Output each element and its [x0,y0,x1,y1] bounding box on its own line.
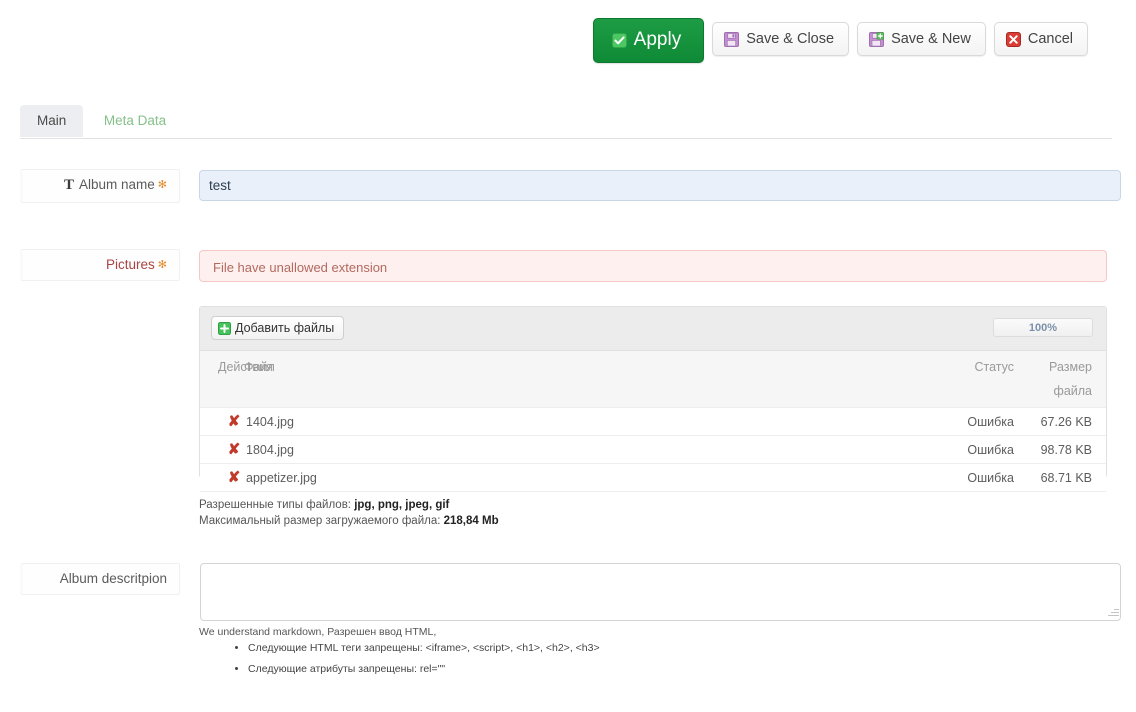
tab-main-label: Main [37,113,67,128]
close-x-icon [1005,31,1021,47]
table-row: ✘ 1804.jpg Ошибка 98.78 KB [200,435,1106,464]
upload-hints: Разрешенные типы файлов: jpg, png, jpeg,… [199,497,499,529]
remove-x-icon[interactable]: ✘ [228,413,241,430]
upload-progress-bar: 100% [993,318,1093,337]
table-header-row: Действия Файл Статус Размер файла [200,351,1106,408]
floppy-disk-icon [724,31,740,47]
save-and-close-label: Save & Close [746,31,835,47]
remove-file-cell[interactable]: ✘ [200,463,246,492]
tab-meta-data[interactable]: Meta Data [87,105,183,137]
allowed-types-hint: Разрешенные типы файлов: jpg, png, jpeg,… [199,497,499,513]
album-description-label: Album descritpion [20,563,180,595]
file-name-cell: 1804.jpg [246,435,936,464]
checkbox-checked-icon [611,32,627,48]
column-header-size-line1: Размер [1049,360,1092,374]
page-root: Apply Save & Close Save & New Cancel Mai… [0,0,1136,712]
text-format-icon: T [63,177,74,193]
add-files-button[interactable]: Добавить файлы [211,316,345,340]
markdown-rules-list: Следующие HTML теги запрещены: <iframe>,… [210,642,600,684]
required-marker: ✻ [157,259,167,271]
table-row: ✘ 1404.jpg Ошибка 67.26 KB [200,407,1106,436]
tab-bar: Main Meta Data [20,105,1112,139]
add-files-label: Добавить файлы [235,321,335,335]
file-size-cell: 68.71 KB [1026,463,1106,492]
uploaded-files-table-body: ✘ 1404.jpg Ошибка 67.26 KB ✘ 1804.jpg Ош… [200,407,1106,492]
max-size-hint: Максимальный размер загружаемого файла: … [199,513,499,529]
max-size-value: 218,84 Mb [443,515,499,527]
required-marker: ✻ [157,179,167,191]
tab-meta-data-label: Meta Data [103,113,167,128]
column-header-size: Размер файла [1026,351,1106,408]
file-name-cell: 1404.jpg [246,407,936,436]
uploaded-files-table: Действия Файл Статус Размер файла ✘ 1404… [200,351,1106,492]
file-size-cell: 98.78 KB [1026,435,1106,464]
file-status-cell: Ошибка [936,407,1026,436]
file-uploader-panel: Добавить файлы 100% Действия Файл Статус… [199,306,1107,492]
column-header-file: Файл [244,360,275,374]
file-size-cell: 67.26 KB [1026,407,1106,436]
cancel-button-label: Cancel [1027,31,1073,47]
album-description-label-text: Album descritpion [59,571,167,586]
uploaded-files-table-head: Действия Файл Статус Размер файла [200,351,1106,408]
floppy-disk-plus-icon [869,31,885,47]
remove-x-icon[interactable]: ✘ [228,469,241,486]
list-item: Следующие атрибуты запрещены: rel="" [248,663,600,675]
action-toolbar: Apply Save & Close Save & New Cancel [592,18,1088,63]
upload-progress-label: 100% [1028,321,1058,334]
remove-file-cell[interactable]: ✘ [200,435,246,464]
allowed-types-value: jpg, png, jpeg, gif [354,499,450,511]
column-header-status: Статус [936,351,1026,408]
file-status-cell: Ошибка [936,463,1026,492]
remove-x-icon[interactable]: ✘ [228,441,241,458]
album-description-wrap [200,563,1121,621]
tab-main[interactable]: Main [20,105,84,137]
save-and-new-label: Save & New [891,31,971,47]
apply-button[interactable]: Apply [592,18,705,63]
cancel-button[interactable]: Cancel [993,22,1088,56]
file-status-cell: Ошибка [936,435,1026,464]
column-header-actions-file: Действия Файл [200,351,936,408]
list-item: Следующие HTML теги запрещены: <iframe>,… [248,642,600,654]
album-name-label: T Album name ✻ [20,169,180,203]
column-header-size-line2: файла [1053,384,1092,398]
allowed-types-prefix: Разрешенные типы файлов: [199,499,355,511]
album-description-textarea[interactable] [200,563,1121,621]
file-name-cell: appetizer.jpg [246,463,936,492]
pictures-label-text: Pictures [106,257,155,272]
pictures-label: Pictures ✻ [20,249,180,281]
markdown-intro-note: We understand markdown, Разрешен ввод HT… [199,626,437,638]
apply-button-label: Apply [633,29,682,50]
save-and-close-button[interactable]: Save & Close [712,22,850,56]
save-and-new-button[interactable]: Save & New [857,22,986,56]
album-name-input[interactable] [199,170,1121,201]
pictures-error-text: File have unallowed extension [213,260,388,275]
uploader-toolbar: Добавить файлы 100% [200,307,1106,351]
max-size-prefix: Максимальный размер загружаемого файла: [199,515,444,527]
plus-square-icon [218,321,231,335]
table-row: ✘ appetizer.jpg Ошибка 68.71 KB [200,463,1106,492]
remove-file-cell[interactable]: ✘ [200,407,246,436]
album-name-label-text: Album name [78,177,155,192]
pictures-error-alert: File have unallowed extension [199,250,1107,282]
